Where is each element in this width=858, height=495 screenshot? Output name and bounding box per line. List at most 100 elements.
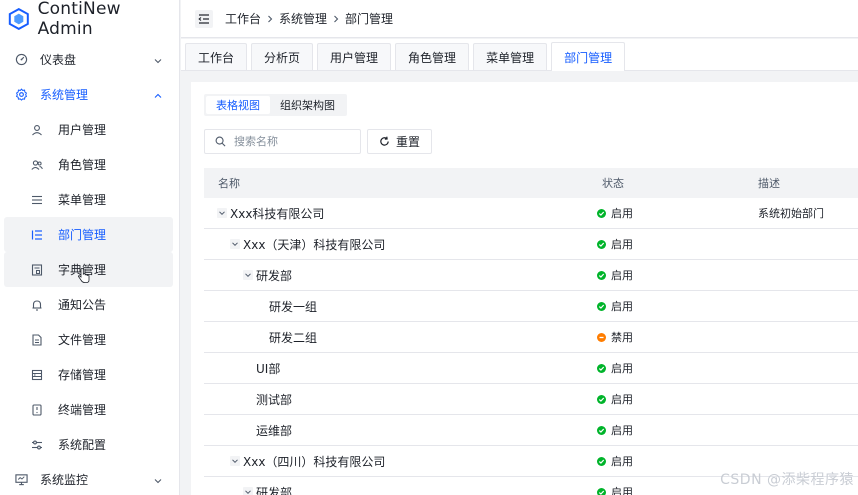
tab-4[interactable]: 菜单管理 <box>473 43 548 70</box>
tab-2[interactable]: 用户管理 <box>317 43 392 70</box>
bell-icon <box>30 298 44 312</box>
dept-name: 研发部 <box>256 268 293 283</box>
chevron-down-icon <box>153 475 163 485</box>
dept-name: 研发二组 <box>269 330 318 345</box>
status-badge: 启用 <box>611 424 633 437</box>
check-circle-icon <box>597 487 606 495</box>
breadcrumb-item: 部门管理 <box>345 12 394 26</box>
table-row[interactable]: 测试部 启用 <box>204 384 858 415</box>
sidebar-item-12[interactable]: 系统监控 <box>4 462 173 495</box>
header-desc[interactable]: 描述 <box>748 175 858 191</box>
dictionary-icon <box>30 263 44 277</box>
chevron-down-icon[interactable] <box>230 239 240 249</box>
sidebar-item-3[interactable]: 角色管理 <box>4 147 173 182</box>
chevron-down-icon[interactable] <box>243 487 253 495</box>
table-row[interactable]: UI部 启用 <box>204 353 858 384</box>
main-content: 表格视图 组织架构图 重置 名称 状态 描述 Xxx科技有限公司启用系统初始部门… <box>191 82 858 495</box>
sidebar: ContiNew Admin 仪表盘系统管理用户管理角色管理菜单管理部门管理字典… <box>0 0 180 495</box>
reset-button[interactable]: 重置 <box>367 129 432 154</box>
sidebar-item-label: 菜单管理 <box>58 193 107 207</box>
tab-5[interactable]: 部门管理 <box>551 42 626 71</box>
search-icon <box>215 136 226 147</box>
status-badge: 启用 <box>611 207 633 220</box>
table-row[interactable]: 研发二组 禁用 <box>204 322 858 353</box>
sidebar-menu: 仪表盘系统管理用户管理角色管理菜单管理部门管理字典管理通知公告文件管理存储管理终… <box>0 38 179 495</box>
sidebar-item-5[interactable]: 部门管理 <box>4 217 173 252</box>
check-circle-icon <box>597 301 606 311</box>
header: 工作台 系统管理 部门管理 <box>181 0 858 38</box>
check-circle-icon <box>597 363 606 373</box>
breadcrumb-item[interactable]: 系统管理 <box>279 10 327 27</box>
cell-status: 启用 <box>588 422 748 438</box>
dept-name: 测试部 <box>256 392 293 407</box>
sidebar-item-label: 通知公告 <box>58 298 107 312</box>
sidebar-item-label: 用户管理 <box>58 123 107 137</box>
status-badge: 禁用 <box>611 331 633 344</box>
status-badge: 启用 <box>611 455 633 468</box>
sidebar-item-7[interactable]: 通知公告 <box>4 287 173 322</box>
sidebar-item-label: 系统管理 <box>40 88 89 102</box>
table-row[interactable]: Xxx（天津）科技有限公司 启用 <box>204 229 858 260</box>
dept-name: 运维部 <box>256 423 293 438</box>
cell-status: 启用 <box>588 205 748 221</box>
chevron-down-icon <box>153 55 163 65</box>
dashboard-icon <box>14 53 28 67</box>
chevron-down-icon[interactable] <box>243 270 253 280</box>
sidebar-item-10[interactable]: 终端管理 <box>4 392 173 427</box>
header-name[interactable]: 名称 <box>204 175 588 191</box>
cell-status: 启用 <box>588 236 748 252</box>
users-icon <box>30 158 44 172</box>
tab-3[interactable]: 角色管理 <box>395 43 470 70</box>
sidebar-item-11[interactable]: 系统配置 <box>4 427 173 462</box>
tab-0[interactable]: 工作台 <box>185 43 248 70</box>
dept-name: Xxx（天津）科技有限公司 <box>243 237 386 252</box>
cell-name: 研发二组 <box>204 329 588 346</box>
mouse-pointer-icon <box>78 268 90 283</box>
table-view-button[interactable]: 表格视图 <box>206 96 270 114</box>
tab-1[interactable]: 分析页 <box>251 43 314 70</box>
cell-name: Xxx（四川）科技有限公司 <box>204 453 588 470</box>
dept-name: Xxx（四川）科技有限公司 <box>243 454 386 469</box>
sidebar-item-9[interactable]: 存储管理 <box>4 357 173 392</box>
watermark: CSDN @添柴程序猿 <box>720 472 854 488</box>
breadcrumb-separator-icon <box>332 12 340 26</box>
sidebar-item-label: 部门管理 <box>58 228 107 242</box>
collapse-menu-button[interactable] <box>195 9 213 28</box>
cell-name: 运维部 <box>204 422 588 439</box>
header-status[interactable]: 状态 <box>588 175 748 191</box>
sidebar-item-0[interactable]: 仪表盘 <box>4 42 173 77</box>
brand[interactable]: ContiNew Admin <box>0 0 179 39</box>
table-row[interactable]: Xxx科技有限公司 启用 系统初始部门 <box>204 198 858 229</box>
sidebar-item-label: 存储管理 <box>58 368 107 382</box>
chevron-down-icon[interactable] <box>217 208 227 218</box>
refresh-icon <box>380 136 389 146</box>
table-row[interactable]: 研发部 启用 <box>204 260 858 291</box>
menu-fold-icon <box>198 13 209 24</box>
sidebar-item-label: 终端管理 <box>58 403 107 417</box>
table-row[interactable]: 运维部 启用 <box>204 415 858 446</box>
sidebar-item-4[interactable]: 菜单管理 <box>4 182 173 217</box>
table-row[interactable]: 研发一组 启用 <box>204 291 858 322</box>
chevron-down-icon[interactable] <box>230 456 240 466</box>
sidebar-item-8[interactable]: 文件管理 <box>4 322 173 357</box>
search-input[interactable] <box>234 135 354 148</box>
cell-status: 启用 <box>588 391 748 407</box>
org-chart-view-button[interactable]: 组织架构图 <box>270 96 345 114</box>
app-title: ContiNew Admin <box>37 0 121 39</box>
monitor-icon <box>14 473 28 487</box>
sidebar-item-2[interactable]: 用户管理 <box>4 112 173 147</box>
tab-bar: 工作台 分析页 用户管理 角色管理 菜单管理 部门管理 <box>181 39 858 71</box>
check-circle-icon <box>597 394 606 404</box>
user-icon <box>30 123 44 137</box>
sidebar-item-1[interactable]: 系统管理 <box>4 77 173 112</box>
search-box[interactable] <box>204 129 361 154</box>
sliders-icon <box>30 438 44 452</box>
breadcrumb-item[interactable]: 工作台 <box>225 10 261 27</box>
cell-status: 禁用 <box>588 329 748 345</box>
dept-name: UI部 <box>256 361 281 376</box>
sidebar-item-label: 系统监控 <box>40 473 89 487</box>
minus-circle-icon <box>597 332 606 342</box>
storage-icon <box>30 368 44 382</box>
cell-status: 启用 <box>588 298 748 314</box>
sidebar-item-label: 文件管理 <box>58 333 107 347</box>
